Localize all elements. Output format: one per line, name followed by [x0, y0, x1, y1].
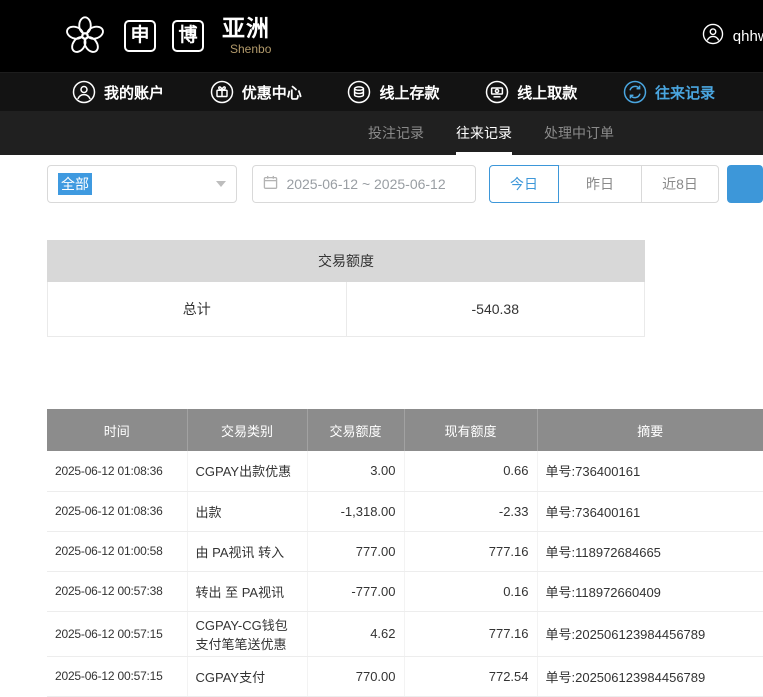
- table-row: 2025-06-12 00:57:15 CGPAY-CG钱包支付笔笔送优惠 4.…: [47, 611, 763, 656]
- brand-region: 亚洲: [222, 17, 271, 40]
- record-amount-cell: 770.00: [307, 656, 404, 696]
- table-row: 2025-06-12 01:08:36 CGPAY出款优惠 3.00 0.66 …: [47, 451, 763, 491]
- brand-char-1: 申: [124, 20, 156, 52]
- type-select-value: 全部: [58, 173, 92, 195]
- record-amount-cell: -777.00: [307, 571, 404, 611]
- tab-transaction-records[interactable]: 往来记录: [456, 111, 512, 155]
- deposit-coins-icon: [347, 80, 371, 104]
- records-header-row: 时间 交易类别 交易额度 现有额度 摘要: [47, 409, 763, 451]
- tab-pending-orders[interactable]: 处理中订单: [544, 111, 614, 155]
- record-memo-cell: 单号:202506123984456789: [537, 656, 763, 696]
- summary-total-label: 总计: [48, 282, 347, 337]
- last-8-days-button[interactable]: 近8日: [641, 165, 719, 203]
- record-memo-cell: 单号:202506123984456789: [537, 611, 763, 656]
- gift-icon: [210, 80, 234, 104]
- quick-date-buttons: 今日 昨日 近8日: [489, 165, 719, 203]
- today-button[interactable]: 今日: [489, 165, 559, 203]
- nav-item-my-account[interactable]: 我的账户: [72, 80, 164, 104]
- tab-betting-records[interactable]: 投注记录: [368, 111, 424, 155]
- type-select[interactable]: 全部: [47, 165, 237, 203]
- account-icon: [72, 80, 96, 104]
- nav-item-deposit[interactable]: 线上存款: [347, 80, 439, 104]
- username: qhhw1: [733, 28, 763, 45]
- records-table: 时间 交易类别 交易额度 现有额度 摘要 2025-06-12 01:08:36…: [47, 409, 763, 697]
- flower-logo-icon: [62, 13, 108, 59]
- transfer-arrows-icon: [623, 80, 647, 104]
- col-type: 交易类别: [187, 409, 307, 451]
- brand-char-2: 博: [172, 20, 204, 52]
- record-amount-cell: 777.00: [307, 531, 404, 571]
- record-tabs: 投注记录 往来记录 处理中订单: [0, 111, 763, 155]
- record-time-cell: 2025-06-12 00:57:38: [47, 571, 187, 611]
- date-range-value: 2025-06-12 ~ 2025-06-12: [286, 176, 445, 192]
- yesterday-button[interactable]: 昨日: [558, 165, 642, 203]
- nav-item-promotions[interactable]: 优惠中心: [210, 80, 302, 104]
- nav-item-transactions[interactable]: 往来记录: [623, 80, 715, 104]
- record-memo-cell: 单号:736400161: [537, 491, 763, 531]
- record-time-cell: 2025-06-12 01:08:36: [47, 491, 187, 531]
- brand-logo[interactable]: 申 博 亚洲 Shenbo: [62, 13, 271, 59]
- nav-label: 往来记录: [655, 82, 715, 103]
- col-balance: 现有额度: [404, 409, 537, 451]
- nav-label: 线上取款: [517, 82, 577, 103]
- nav-label: 优惠中心: [242, 82, 302, 103]
- date-range-input[interactable]: 2025-06-12 ~ 2025-06-12: [252, 165, 476, 203]
- record-time-cell: 2025-06-12 00:57:15: [47, 611, 187, 656]
- record-type-cell: CGPAY支付: [187, 656, 307, 696]
- chevron-down-icon: [216, 181, 226, 187]
- table-row: 2025-06-12 01:00:58 由 PA视讯 转入 777.00 777…: [47, 531, 763, 571]
- user-avatar-icon: [702, 23, 724, 49]
- nav-label: 线上存款: [379, 82, 439, 103]
- record-balance-cell: 777.16: [404, 611, 537, 656]
- withdraw-icon: [485, 80, 509, 104]
- record-type-cell: 由 PA视讯 转入: [187, 531, 307, 571]
- main-nav: 我的账户 优惠中心 线上存款: [0, 72, 763, 111]
- calendar-icon: [263, 175, 278, 193]
- filter-bar: 全部 2025-06-12 ~ 2025-06-12 今日 昨日 近8日: [47, 165, 763, 203]
- record-memo-cell: 单号:118972684665: [537, 531, 763, 571]
- record-type-cell: 出款: [187, 491, 307, 531]
- table-row: 2025-06-12 00:57:15 CGPAY支付 770.00 772.5…: [47, 656, 763, 696]
- user-account[interactable]: qhhw1: [702, 23, 763, 49]
- summary-row: 总计 -540.38: [48, 282, 645, 337]
- record-time-cell: 2025-06-12 01:00:58: [47, 531, 187, 571]
- col-amount: 交易额度: [307, 409, 404, 451]
- table-row: 2025-06-12 00:57:38 转出 至 PA视讯 -777.00 0.…: [47, 571, 763, 611]
- record-amount-cell: -1,318.00: [307, 491, 404, 531]
- record-balance-cell: 0.16: [404, 571, 537, 611]
- col-memo: 摘要: [537, 409, 763, 451]
- record-type-cell: CGPAY出款优惠: [187, 451, 307, 491]
- summary-header: 交易额度: [48, 241, 645, 282]
- record-balance-cell: -2.33: [404, 491, 537, 531]
- record-amount-cell: 3.00: [307, 451, 404, 491]
- brand-subtitle: Shenbo: [230, 43, 271, 55]
- record-time-cell: 2025-06-12 01:08:36: [47, 451, 187, 491]
- col-time: 时间: [47, 409, 187, 451]
- summary-table: 交易额度 总计 -540.38: [47, 240, 645, 337]
- record-type-cell: CGPAY-CG钱包支付笔笔送优惠: [187, 611, 307, 656]
- search-button[interactable]: [727, 165, 763, 203]
- nav-label: 我的账户: [104, 82, 164, 103]
- record-balance-cell: 772.54: [404, 656, 537, 696]
- record-amount-cell: 4.62: [307, 611, 404, 656]
- record-balance-cell: 0.66: [404, 451, 537, 491]
- record-memo-cell: 单号:118972660409: [537, 571, 763, 611]
- table-row: 2025-06-12 01:08:36 出款 -1,318.00 -2.33 单…: [47, 491, 763, 531]
- summary-total-value: -540.38: [346, 282, 645, 337]
- record-memo-cell: 单号:736400161: [537, 451, 763, 491]
- record-type-cell: 转出 至 PA视讯: [187, 571, 307, 611]
- record-time-cell: 2025-06-12 00:57:15: [47, 656, 187, 696]
- top-header: 申 博 亚洲 Shenbo qhhw1: [0, 0, 763, 72]
- brand-text: 亚洲 Shenbo: [222, 17, 271, 55]
- nav-item-withdraw[interactable]: 线上取款: [485, 80, 577, 104]
- record-balance-cell: 777.16: [404, 531, 537, 571]
